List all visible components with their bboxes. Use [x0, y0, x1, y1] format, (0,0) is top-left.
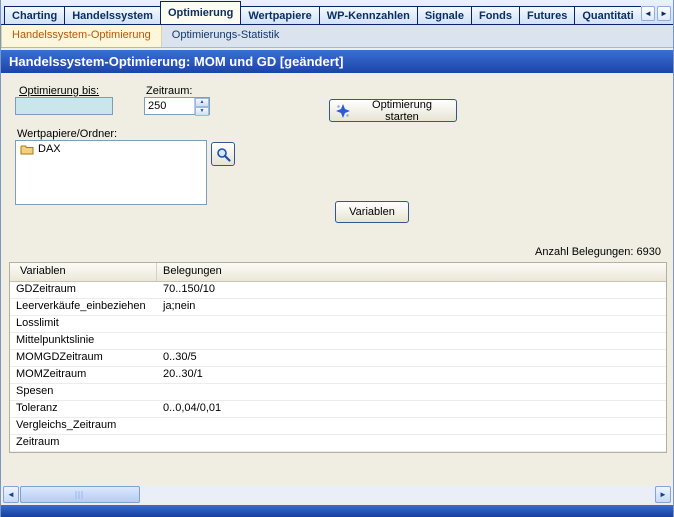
scrollbar-thumb[interactable]: [20, 486, 140, 503]
arrow-left-icon: ◄: [644, 9, 652, 18]
cell-belegung: 0..0,04/0,01: [157, 401, 666, 417]
main-tab[interactable]: Charting: [4, 6, 65, 25]
app-window: Charting Handelssystem Optimierung Wertp…: [0, 0, 674, 517]
main-tab[interactable]: Optimierung: [160, 1, 241, 25]
cell-variable: Toleranz: [10, 401, 157, 417]
cell-belegung: [157, 316, 666, 332]
variablen-button-label: Variablen: [349, 206, 395, 218]
main-tab[interactable]: Quantitati: [574, 6, 640, 25]
sub-tab[interactable]: Optimierungs-Statistik: [162, 25, 290, 47]
cell-variable: Losslimit: [10, 316, 157, 332]
cell-variable: Spesen: [10, 384, 157, 400]
main-tab-bar: Charting Handelssystem Optimierung Wertp…: [1, 0, 673, 25]
main-tab[interactable]: Futures: [519, 6, 575, 25]
wertpapiere-listbox[interactable]: DAX: [15, 140, 207, 205]
table-row[interactable]: Leerverkäufe_einbeziehen ja;nein: [10, 299, 666, 316]
column-header-belegungen[interactable]: Belegungen: [157, 263, 666, 281]
spin-up-icon: ▲: [200, 99, 205, 105]
cell-variable: Leerverkäufe_einbeziehen: [10, 299, 157, 315]
table-body: GDZeitraum 70..150/10 Leerverkäufe_einbe…: [10, 282, 666, 452]
zeitraum-label: Zeitraum:: [146, 85, 192, 97]
spin-down-icon: ▼: [200, 108, 205, 114]
bottom-status-strip: [1, 505, 673, 517]
optimierung-starten-button[interactable]: Optimierung starten: [329, 99, 457, 122]
table-header: Variablen Belegungen: [10, 263, 666, 282]
cell-belegung: [157, 418, 666, 434]
main-tab[interactable]: Signale: [417, 6, 472, 25]
tab-scroll-right-button[interactable]: ►: [657, 6, 671, 21]
cell-belegung: [157, 384, 666, 400]
cell-belegung: [157, 333, 666, 349]
optimierung-bis-input[interactable]: [15, 97, 113, 115]
spin-down-button[interactable]: ▼: [195, 107, 209, 116]
cell-belegung: ja;nein: [157, 299, 666, 315]
tab-scroll-left-button[interactable]: ◄: [641, 6, 655, 21]
table-row[interactable]: Zeitraum: [10, 435, 666, 452]
search-button[interactable]: [211, 142, 235, 166]
main-tab[interactable]: Fonds: [471, 6, 520, 25]
arrow-right-icon: ►: [660, 9, 668, 18]
cell-belegung: 0..30/5: [157, 350, 666, 366]
zeitraum-spinner: ▲ ▼: [144, 97, 210, 115]
main-tab[interactable]: WP-Kennzahlen: [319, 6, 418, 25]
cell-variable: Vergleichs_Zeitraum: [10, 418, 157, 434]
table-row[interactable]: MOMGDZeitraum 0..30/5: [10, 350, 666, 367]
cell-variable: MOMZeitraum: [10, 367, 157, 383]
cell-belegung: 20..30/1: [157, 367, 666, 383]
spinner-buttons: ▲ ▼: [194, 98, 209, 114]
optimierung-bis-label: Optimierung bis:: [19, 85, 99, 97]
list-item[interactable]: DAX: [16, 141, 206, 157]
table-row[interactable]: Toleranz 0..0,04/0,01: [10, 401, 666, 418]
scrollbar-grip: [76, 491, 85, 499]
sub-tab[interactable]: Handelssystem-Optimierung: [1, 25, 162, 47]
table-row[interactable]: Mittelpunktslinie: [10, 333, 666, 350]
main-tab[interactable]: Wertpapiere: [240, 6, 319, 25]
folder-icon: [20, 144, 34, 155]
cell-variable: MOMGDZeitraum: [10, 350, 157, 366]
cell-belegung: [157, 435, 666, 451]
list-item-label: DAX: [38, 143, 61, 155]
main-tab[interactable]: Handelssystem: [64, 6, 161, 25]
main-tabs: Charting Handelssystem Optimierung Wertp…: [4, 1, 641, 25]
cell-variable: Zeitraum: [10, 435, 157, 451]
spin-up-button[interactable]: ▲: [195, 98, 209, 107]
scrollbar-left-button[interactable]: ◄: [3, 486, 19, 503]
cell-variable: Mittelpunktslinie: [10, 333, 157, 349]
table-row[interactable]: Losslimit: [10, 316, 666, 333]
optimize-sparkle-icon: [336, 104, 350, 118]
column-header-variablen[interactable]: Variablen: [10, 263, 157, 281]
table-row[interactable]: Vergleichs_Zeitraum: [10, 418, 666, 435]
variables-table: Variablen Belegungen GDZeitraum 70..150/…: [9, 262, 667, 453]
cell-belegung: 70..150/10: [157, 282, 666, 298]
table-row[interactable]: Spesen: [10, 384, 666, 401]
scrollbar-right-button[interactable]: ►: [655, 486, 671, 503]
page-title: Handelssystem-Optimierung: MOM und GD [g…: [1, 50, 673, 74]
table-row[interactable]: GDZeitraum 70..150/10: [10, 282, 666, 299]
arrow-right-icon: ►: [659, 490, 667, 499]
table-row[interactable]: MOMZeitraum 20..30/1: [10, 367, 666, 384]
content-area: Optimierung bis: Zeitraum: ▲ ▼ Optimieru…: [1, 73, 673, 486]
wertpapiere-ordner-label: Wertpapiere/Ordner:: [17, 128, 117, 140]
sub-tab-bar: Handelssystem-Optimierung Optimierungs-S…: [1, 25, 673, 48]
optimierung-starten-label: Optimierung starten: [354, 99, 450, 123]
cell-variable: GDZeitraum: [10, 282, 157, 298]
arrow-left-icon: ◄: [7, 490, 15, 499]
search-icon: [216, 147, 231, 162]
zeitraum-input[interactable]: [145, 98, 194, 114]
tab-scroll-buttons: ◄ ►: [641, 6, 671, 21]
variablen-button[interactable]: Variablen: [335, 201, 409, 223]
anzahl-belegungen-text: Anzahl Belegungen: 6930: [535, 246, 661, 258]
horizontal-scrollbar[interactable]: ◄ ►: [3, 486, 671, 503]
